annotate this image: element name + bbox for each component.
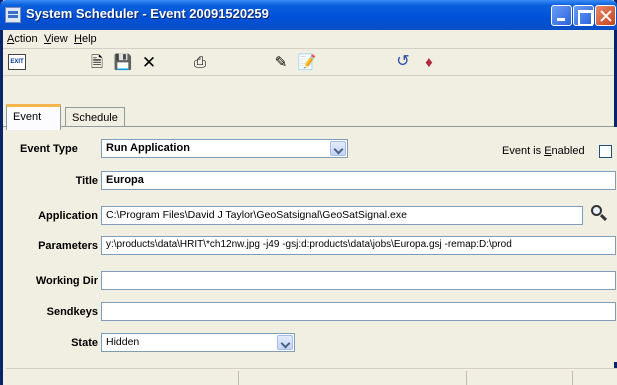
toolbar: EXIT 🗎 💾 ✕ ⎙ ✎ 📝 ↺ ♦ xyxy=(3,49,614,76)
scheduler-window: System Scheduler - Event 20091520259 Act… xyxy=(0,0,617,385)
close-button[interactable] xyxy=(595,5,616,26)
event-type-select[interactable]: Run Application xyxy=(101,139,348,158)
state-select[interactable]: Hidden xyxy=(101,333,295,352)
event-enabled-label: Event is Enabled xyxy=(502,145,585,157)
tab-event[interactable]: Event xyxy=(6,104,61,130)
menu-bar: Action View Help xyxy=(3,30,614,49)
menu-help[interactable]: Help xyxy=(74,33,97,45)
menu-action-label: ction xyxy=(14,33,38,45)
status-bar xyxy=(6,368,617,385)
status-divider xyxy=(238,371,239,385)
refresh-icon[interactable]: ↺ xyxy=(393,53,413,71)
menu-help-label: elp xyxy=(81,33,97,45)
tag-icon[interactable]: ♦ xyxy=(419,53,439,71)
search-icon[interactable] xyxy=(589,204,609,224)
parameters-label: Parameters xyxy=(38,240,98,252)
state-label: State xyxy=(71,337,98,349)
window-title: System Scheduler - Event 20091520259 xyxy=(26,6,269,21)
minimize-button[interactable] xyxy=(551,5,572,26)
delete-icon[interactable]: ✕ xyxy=(139,53,159,71)
event-type-value: Run Application xyxy=(106,142,190,154)
menu-view[interactable]: View xyxy=(44,33,68,45)
menu-action[interactable]: Action xyxy=(7,33,38,45)
tab-schedule-label: Schedule xyxy=(72,112,118,124)
title-label: Title xyxy=(75,175,98,187)
sendkeys-field[interactable] xyxy=(101,302,616,321)
menu-help-accel: H xyxy=(74,33,82,45)
state-value: Hidden xyxy=(106,336,140,348)
properties-icon[interactable]: ✎ xyxy=(271,53,291,71)
application-label: Application xyxy=(38,210,98,222)
title-bar[interactable]: System Scheduler - Event 20091520259 xyxy=(0,0,617,30)
status-divider xyxy=(572,371,573,385)
status-divider xyxy=(466,371,467,385)
parameters-field[interactable]: y:\products\data\HRIT\*ch12nw.jpg -j49 -… xyxy=(101,236,616,255)
maximize-button[interactable] xyxy=(573,5,594,26)
edit-icon[interactable]: 📝 xyxy=(297,53,317,71)
chevron-down-icon xyxy=(277,335,293,350)
event-enabled-checkbox[interactable] xyxy=(599,145,612,158)
title-value: Europa xyxy=(106,174,144,186)
event-enabled-rest: nabled xyxy=(551,145,585,157)
tab-event-label: Event xyxy=(13,111,42,123)
print-icon[interactable]: ⎙ xyxy=(190,53,210,71)
chevron-down-icon xyxy=(330,141,346,156)
event-panel: Event Type Run Application Event is Enab… xyxy=(6,127,617,362)
new-document-icon[interactable]: 🗎 xyxy=(87,53,107,71)
exit-button[interactable]: EXIT xyxy=(8,54,26,70)
working-dir-field[interactable] xyxy=(101,271,616,290)
sendkeys-label: Sendkeys xyxy=(46,306,98,318)
application-field[interactable]: C:\Program Files\David J Taylor\GeoSatsi… xyxy=(101,206,583,225)
event-enabled-prefix: Event is xyxy=(502,145,545,157)
event-type-label: Event Type xyxy=(20,143,78,155)
working-dir-label: Working Dir xyxy=(35,275,98,287)
parameters-value: y:\products\data\HRIT\*ch12nw.jpg -j49 -… xyxy=(106,239,512,250)
menu-view-label: iew xyxy=(51,33,68,45)
application-value: C:\Program Files\David J Taylor\GeoSatsi… xyxy=(106,209,407,221)
event-enabled-accel: E xyxy=(544,145,552,157)
app-icon xyxy=(5,7,21,23)
save-icon[interactable]: 💾 xyxy=(113,53,133,71)
title-field[interactable]: Europa xyxy=(101,171,616,190)
